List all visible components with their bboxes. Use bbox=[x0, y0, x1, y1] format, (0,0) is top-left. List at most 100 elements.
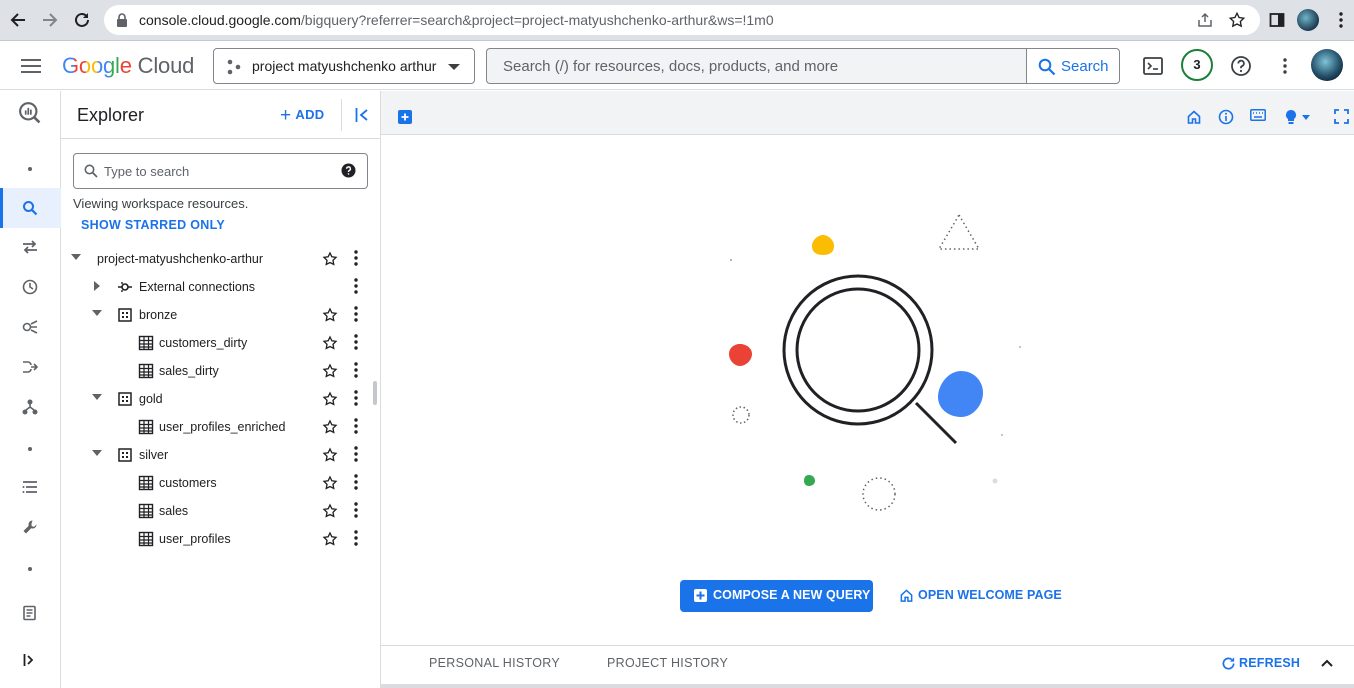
home-icon bbox=[899, 588, 914, 603]
show-starred-only-link[interactable]: SHOW STARRED ONLY bbox=[81, 218, 225, 232]
divider bbox=[381, 684, 1354, 688]
tree-row-table[interactable]: customers_dirty bbox=[61, 329, 371, 357]
collapse-arrow-icon[interactable] bbox=[92, 394, 102, 400]
more-actions-icon[interactable] bbox=[351, 502, 361, 520]
browser-menu-icon[interactable] bbox=[1329, 8, 1353, 32]
address-bar[interactable]: console.cloud.google.com/bigquery?referr… bbox=[104, 5, 1260, 35]
star-icon[interactable] bbox=[322, 391, 338, 407]
new-query-tab-icon[interactable] bbox=[398, 110, 414, 126]
info-icon[interactable] bbox=[1218, 109, 1234, 125]
more-actions-icon[interactable] bbox=[351, 446, 361, 464]
expand-nav-icon[interactable] bbox=[18, 648, 42, 672]
more-actions-icon[interactable] bbox=[351, 474, 361, 492]
tree-row-label: sales_dirty bbox=[159, 364, 219, 378]
star-icon[interactable] bbox=[322, 307, 338, 323]
data-transfers-icon[interactable] bbox=[18, 235, 42, 259]
tree-row-label: silver bbox=[139, 448, 169, 462]
star-icon[interactable] bbox=[322, 251, 338, 267]
collapse-explorer-icon[interactable] bbox=[341, 99, 381, 131]
tree-row-dataset[interactable]: silver bbox=[61, 441, 371, 469]
account-avatar[interactable] bbox=[1311, 49, 1343, 81]
star-icon[interactable] bbox=[322, 363, 338, 379]
tree-row-table[interactable]: user_profiles_enriched bbox=[61, 413, 371, 441]
job-history-icon[interactable] bbox=[18, 475, 42, 499]
expand-arrow-icon[interactable] bbox=[94, 281, 100, 291]
dataflow-icon[interactable] bbox=[18, 355, 42, 379]
tree-row-label: customers_dirty bbox=[159, 336, 248, 350]
reload-icon[interactable] bbox=[70, 8, 94, 32]
tab-project-history[interactable]: PROJECT HISTORY bbox=[607, 656, 728, 670]
bigquery-logo-icon[interactable] bbox=[18, 101, 42, 125]
more-actions-icon[interactable] bbox=[351, 418, 361, 436]
more-options-icon[interactable] bbox=[1273, 54, 1297, 78]
bookmark-star-icon[interactable] bbox=[1228, 11, 1246, 29]
home-icon[interactable] bbox=[1186, 109, 1202, 125]
star-icon[interactable] bbox=[322, 531, 338, 547]
refresh-icon bbox=[1221, 656, 1236, 671]
star-icon[interactable] bbox=[322, 335, 338, 351]
tree-row-label: External connections bbox=[139, 280, 256, 294]
project-selector[interactable]: project matyushchenko arthur bbox=[213, 48, 475, 84]
keyboard-icon[interactable] bbox=[1250, 109, 1266, 125]
tree-row-connections[interactable]: External connections bbox=[61, 273, 371, 301]
tree-row-table[interactable]: user_profiles bbox=[61, 525, 371, 553]
cloud-shell-icon[interactable] bbox=[1141, 54, 1165, 78]
collapse-arrow-icon[interactable] bbox=[71, 254, 81, 260]
hamburger-menu-icon[interactable] bbox=[19, 54, 43, 78]
more-actions-icon[interactable] bbox=[351, 334, 361, 352]
notifications-badge[interactable]: 3 bbox=[1181, 49, 1213, 81]
release-notes-icon[interactable] bbox=[18, 601, 42, 625]
table-icon bbox=[138, 475, 154, 491]
tree-row-table[interactable]: sales_dirty bbox=[61, 357, 371, 385]
share-icon[interactable] bbox=[1197, 12, 1213, 28]
lock-icon[interactable] bbox=[116, 13, 128, 27]
tree-row-project[interactable]: project-matyushchenko-arthur bbox=[61, 245, 371, 273]
dataform-icon[interactable] bbox=[18, 395, 42, 419]
panel-resize-handle[interactable] bbox=[373, 381, 377, 405]
fullscreen-icon[interactable] bbox=[1334, 109, 1350, 125]
refresh-button[interactable]: REFRESH bbox=[1221, 656, 1300, 670]
more-actions-icon[interactable] bbox=[351, 362, 361, 380]
forward-icon[interactable] bbox=[38, 8, 62, 32]
global-search-input[interactable]: Search (/) for resources, docs, products… bbox=[486, 48, 1027, 84]
project-name: project matyushchenko arthur bbox=[252, 58, 437, 74]
help-icon[interactable] bbox=[341, 163, 356, 178]
chevron-down-icon[interactable] bbox=[1302, 115, 1318, 131]
star-icon[interactable] bbox=[322, 419, 338, 435]
scheduled-queries-icon[interactable] bbox=[18, 275, 42, 299]
tree-row-dataset[interactable]: gold bbox=[61, 385, 371, 413]
more-actions-icon[interactable] bbox=[351, 278, 361, 296]
star-icon[interactable] bbox=[322, 503, 338, 519]
lightbulb-icon[interactable] bbox=[1284, 109, 1300, 125]
more-actions-icon[interactable] bbox=[351, 306, 361, 324]
profile-avatar[interactable] bbox=[1296, 8, 1320, 32]
compose-new-query-button[interactable]: COMPOSE A NEW QUERY bbox=[680, 580, 873, 612]
search-button[interactable]: Search bbox=[1026, 48, 1120, 84]
table-icon bbox=[138, 419, 154, 435]
more-actions-icon[interactable] bbox=[351, 250, 361, 268]
collapse-arrow-icon[interactable] bbox=[92, 310, 102, 316]
google-cloud-logo[interactable]: Google Cloud bbox=[62, 53, 194, 79]
help-icon[interactable] bbox=[1229, 54, 1253, 78]
analytics-hub-icon[interactable] bbox=[18, 315, 42, 339]
explorer-search-input[interactable]: Type to search bbox=[73, 153, 368, 189]
tree-row-table[interactable]: sales bbox=[61, 497, 371, 525]
collapse-arrow-icon[interactable] bbox=[92, 450, 102, 456]
star-icon[interactable] bbox=[322, 447, 338, 463]
more-actions-icon[interactable] bbox=[351, 390, 361, 408]
wrench-icon[interactable] bbox=[18, 515, 42, 539]
back-icon[interactable] bbox=[6, 8, 30, 32]
tree-row-table[interactable]: customers bbox=[61, 469, 371, 497]
tree-row-dataset[interactable]: bronze bbox=[61, 301, 371, 329]
chevron-down-icon bbox=[448, 64, 460, 70]
chevron-up-icon[interactable] bbox=[1321, 659, 1333, 667]
more-actions-icon[interactable] bbox=[351, 530, 361, 548]
open-welcome-page-label: OPEN WELCOME PAGE bbox=[918, 588, 1062, 602]
star-icon[interactable] bbox=[322, 475, 338, 491]
tree-row-label: user_profiles bbox=[159, 532, 231, 546]
add-button[interactable]: + ADD bbox=[280, 105, 324, 127]
table-icon bbox=[138, 363, 154, 379]
explorer-search-icon[interactable] bbox=[18, 196, 42, 220]
tab-personal-history[interactable]: PERSONAL HISTORY bbox=[429, 656, 560, 670]
side-panel-icon[interactable] bbox=[1265, 8, 1289, 32]
